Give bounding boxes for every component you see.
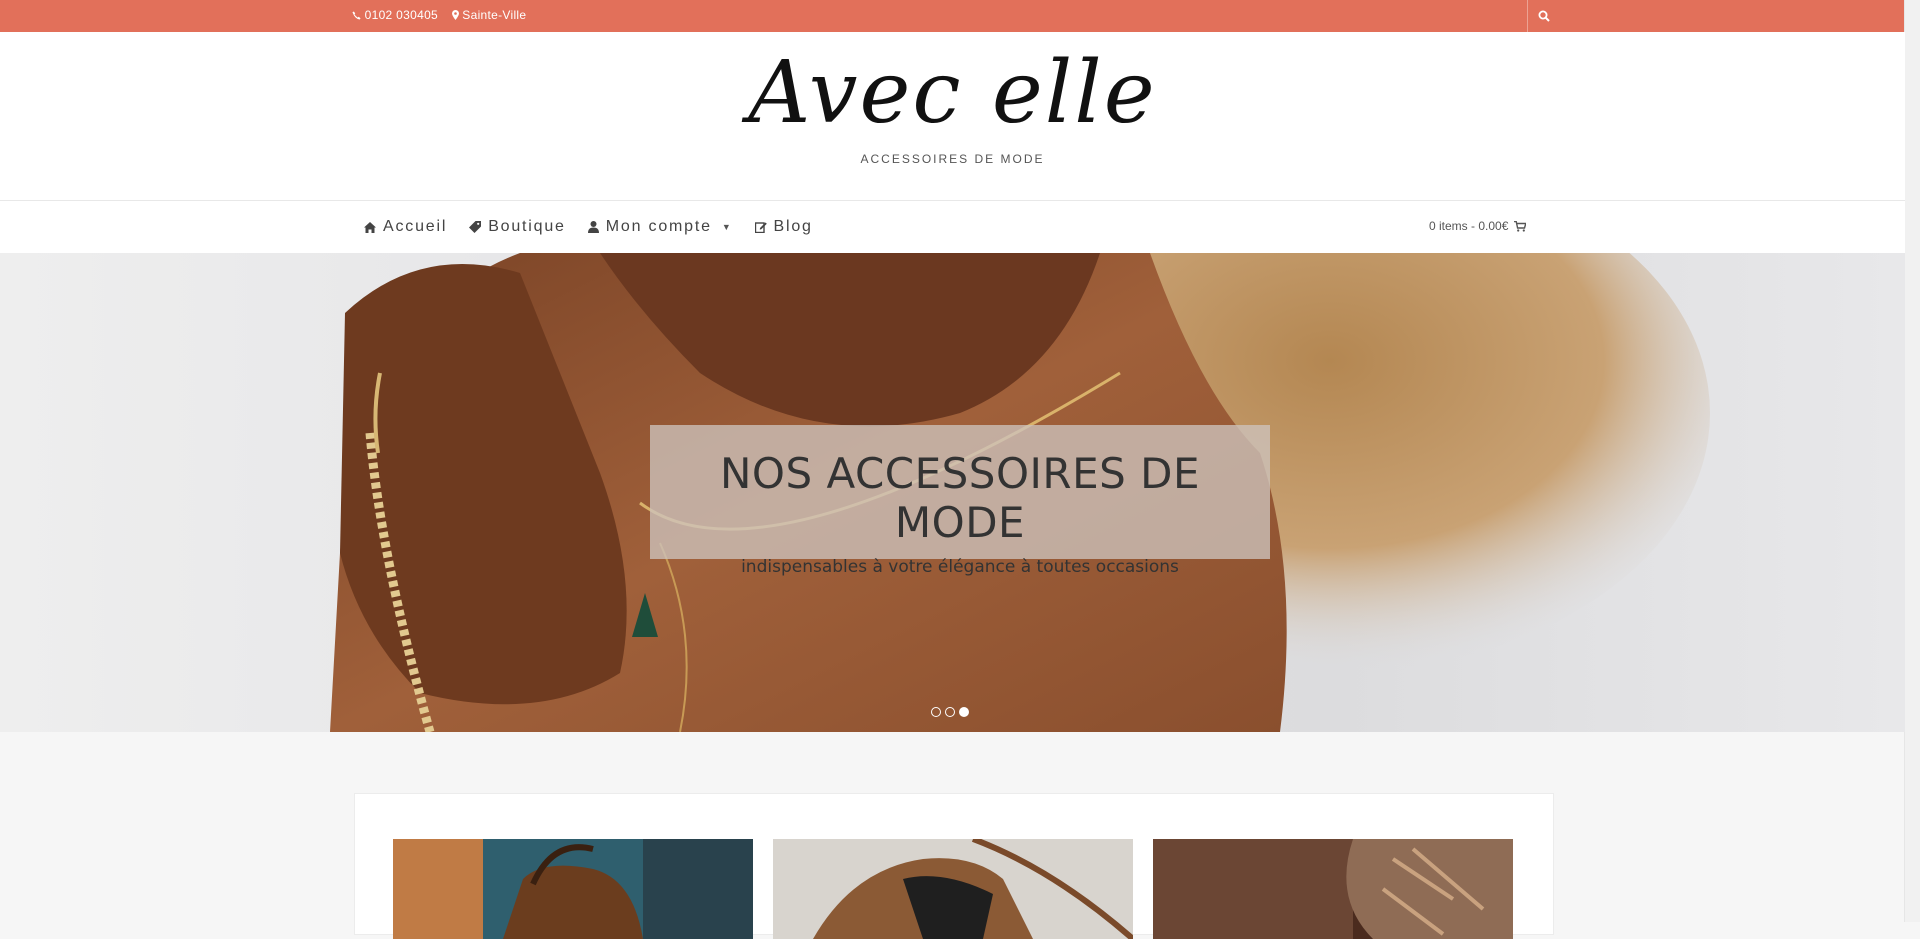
hero-slider[interactable]: NOS ACCESSOIRES DE MODE indispensables à… <box>0 253 1905 732</box>
product-image <box>773 839 1133 939</box>
hero-headline: NOS ACCESSOIRES DE MODE <box>719 449 1201 547</box>
product-section <box>354 793 1554 939</box>
slider-dot[interactable] <box>931 707 941 717</box>
location-contact[interactable]: Sainte-Ville <box>451 8 527 22</box>
nav-label: Mon compte <box>605 218 712 235</box>
site-logo[interactable]: Avec elle <box>0 50 1905 136</box>
nav-item-boutique[interactable]: Boutique <box>469 218 566 236</box>
product-card[interactable] <box>773 839 1133 939</box>
edit-icon <box>754 222 767 233</box>
slider-dot[interactable] <box>945 707 955 717</box>
search-icon <box>1538 10 1550 22</box>
cart-label: 0 items - 0.00€ <box>1429 219 1509 233</box>
slider-dots <box>931 707 973 717</box>
site-header: Avec elle ACCESSOIRES DE MODE <box>0 32 1905 201</box>
map-marker-icon <box>451 10 459 20</box>
home-icon <box>364 221 376 233</box>
phone-contact[interactable]: 0102 030405 <box>352 8 442 22</box>
hero-caption: NOS ACCESSOIRES DE MODE indispensables à… <box>650 425 1270 577</box>
cart-icon <box>1514 220 1527 232</box>
contact-info: 0102 030405 Sainte-Ville <box>352 8 536 22</box>
nav-item-mon-compte[interactable]: Mon compte ▼ <box>587 218 733 236</box>
top-bar: 0102 030405 Sainte-Ville <box>0 0 1905 32</box>
scrollbar[interactable] <box>1904 0 1920 922</box>
product-card[interactable] <box>393 839 753 939</box>
location-name: Sainte-Ville <box>462 8 527 22</box>
nav-label: Accueil <box>383 218 448 235</box>
product-image <box>393 839 753 939</box>
slider-dot-active[interactable] <box>959 707 969 717</box>
user-icon <box>587 221 599 233</box>
nav-label: Blog <box>773 218 813 235</box>
phone-icon <box>352 11 361 20</box>
nav-label: Boutique <box>488 218 566 235</box>
nav-item-blog[interactable]: Blog <box>754 218 813 236</box>
chevron-down-icon: ▼ <box>721 222 733 232</box>
nav-item-accueil[interactable]: Accueil <box>364 218 447 236</box>
product-image <box>1153 839 1513 939</box>
phone-number: 0102 030405 <box>364 8 439 22</box>
product-card[interactable] <box>1153 839 1513 939</box>
cart-summary[interactable]: 0 items - 0.00€ <box>1429 219 1527 233</box>
site-tagline: ACCESSOIRES DE MODE <box>860 152 1045 166</box>
tag-icon <box>469 221 482 233</box>
search-button[interactable] <box>1527 0 1560 32</box>
main-navigation: Accueil Boutique Mon compte ▼ Blog 0 ite… <box>0 201 1905 253</box>
hero-subline: indispensables à votre élégance à toutes… <box>741 557 1179 577</box>
